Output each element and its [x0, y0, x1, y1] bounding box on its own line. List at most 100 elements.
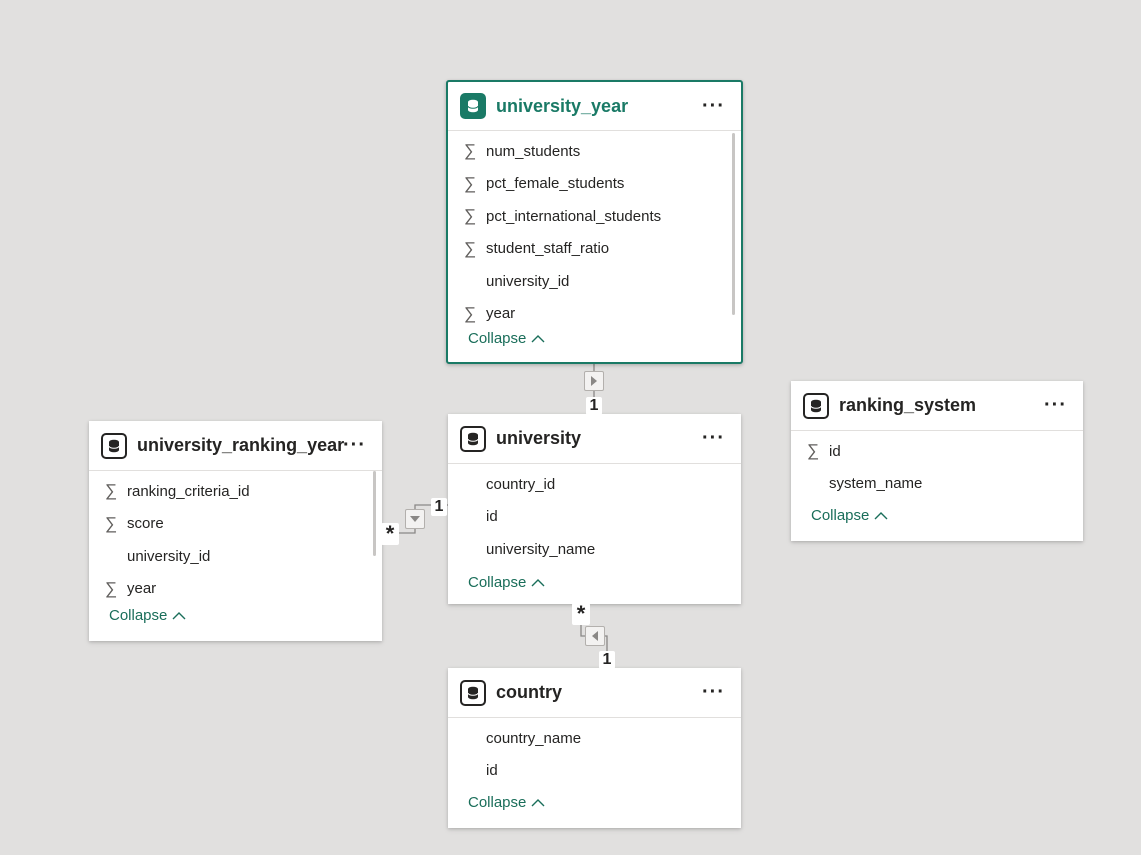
field-row[interactable]: university_name: [448, 533, 741, 566]
sigma-icon: ∑: [807, 441, 820, 461]
field-name: university_name: [486, 540, 596, 558]
field-row[interactable]: ∑ id: [791, 435, 1083, 468]
field-name: year: [127, 580, 157, 598]
more-options-icon[interactable]: ···: [702, 414, 725, 463]
collapse-label: Collapse: [811, 507, 870, 524]
sigma-icon: ∑: [105, 578, 118, 598]
scrollbar[interactable]: [373, 471, 376, 556]
database-icon: [101, 432, 127, 459]
field-row[interactable]: ∑ ranking_criteria_id: [89, 475, 382, 508]
field-name: ranking_criteria_id: [127, 482, 250, 500]
table-card-university[interactable]: university ··· country_id id university_…: [448, 414, 741, 604]
chevron-up-icon: [531, 799, 545, 807]
field-name: num_students: [486, 142, 581, 160]
table-title: ranking_system: [839, 395, 977, 415]
collapse-label: Collapse: [468, 794, 527, 811]
field-name: score: [127, 515, 164, 533]
database-icon: [460, 425, 486, 452]
table-title: university_ranking_year: [137, 435, 345, 455]
field-name: year: [486, 305, 516, 323]
chevron-up-icon: [874, 512, 888, 520]
table-title: university_year: [496, 95, 629, 116]
field-row[interactable]: ∑ pct_female_students: [448, 168, 741, 201]
field-list: country_name id: [448, 718, 741, 787]
cardinality-one-label: 1: [431, 498, 447, 516]
field-list: country_id id university_name: [448, 464, 741, 566]
database-icon: [460, 679, 486, 706]
sigma-icon: ∑: [464, 303, 477, 323]
collapse-button[interactable]: Collapse: [89, 607, 186, 624]
sigma-icon: ∑: [464, 141, 477, 161]
field-name: system_name: [829, 475, 923, 493]
database-icon: [460, 93, 486, 119]
field-name: pct_international_students: [486, 207, 662, 225]
chevron-up-icon: [172, 612, 186, 620]
field-row[interactable]: id: [448, 755, 741, 788]
sigma-icon: ∑: [464, 173, 477, 193]
filter-direction-arrow[interactable]: [585, 626, 605, 646]
field-list: ∑ id system_name: [791, 431, 1083, 500]
collapse-button[interactable]: Collapse: [791, 507, 888, 524]
field-name: pct_female_students: [486, 175, 625, 193]
field-row[interactable]: ∑ year: [89, 573, 382, 606]
field-name: student_staff_ratio: [486, 240, 610, 258]
field-name: id: [829, 442, 841, 460]
collapse-label: Collapse: [468, 330, 527, 347]
sigma-icon: ∑: [464, 206, 477, 226]
collapse-label: Collapse: [468, 573, 527, 591]
field-name: university_id: [127, 547, 211, 565]
more-options-icon[interactable]: ···: [702, 82, 725, 130]
field-name: country_id: [486, 475, 556, 493]
cardinality-many-label: *: [381, 521, 399, 546]
field-list: ∑ num_students ∑ pct_female_students ∑ pct_…: [448, 131, 741, 330]
field-row[interactable]: ∑ num_students: [448, 135, 741, 168]
cardinality-one-label: 1: [586, 397, 602, 415]
more-options-icon[interactable]: ···: [702, 668, 725, 717]
field-row[interactable]: university_id: [89, 540, 382, 573]
filter-direction-arrow[interactable]: [584, 371, 604, 391]
table-card-header[interactable]: university ···: [448, 414, 741, 464]
field-row[interactable]: country_id: [448, 468, 741, 501]
table-card-header[interactable]: university_year ···: [448, 82, 741, 131]
field-row[interactable]: ∑ score: [89, 508, 382, 541]
table-card-university-year[interactable]: university_year ··· ∑ num_students ∑ pct_f…: [446, 80, 743, 364]
cardinality-many-label: *: [572, 601, 590, 626]
chevron-up-icon: [531, 578, 545, 586]
table-title: university: [496, 428, 582, 448]
more-options-icon[interactable]: ···: [1044, 381, 1067, 430]
collapse-button[interactable]: Collapse: [448, 574, 545, 591]
table-card-university-ranking-year[interactable]: university_ranking_year ··· ∑ ranking_cri…: [89, 421, 382, 641]
scrollbar[interactable]: [732, 133, 735, 315]
field-row[interactable]: university_id: [448, 265, 741, 298]
field-name: id: [486, 508, 498, 526]
triangle-arrow-icon: [592, 631, 598, 641]
collapse-button[interactable]: Collapse: [448, 794, 545, 811]
sigma-icon: ∑: [105, 481, 118, 501]
collapse-button[interactable]: Collapse: [448, 330, 545, 347]
chevron-up-icon: [531, 335, 545, 343]
field-row[interactable]: ∑ year: [448, 298, 741, 331]
more-options-icon[interactable]: ···: [343, 421, 366, 470]
cardinality-one-label: 1: [599, 651, 615, 669]
table-card-header[interactable]: country ···: [448, 668, 741, 718]
table-card-country[interactable]: country ··· country_name id Collapse: [448, 668, 741, 828]
table-card-ranking-system[interactable]: ranking_system ··· ∑ id system_name Colla…: [791, 381, 1083, 541]
filter-direction-arrow[interactable]: [405, 509, 425, 529]
field-name: country_name: [486, 729, 582, 747]
sigma-icon: ∑: [105, 513, 118, 533]
field-name: university_id: [486, 272, 570, 290]
table-card-header[interactable]: university_ranking_year ···: [89, 421, 382, 471]
table-title: country: [496, 682, 563, 702]
field-row[interactable]: ∑ student_staff_ratio: [448, 233, 741, 266]
database-icon: [803, 392, 829, 419]
sigma-icon: ∑: [464, 238, 477, 258]
field-row[interactable]: id: [448, 501, 741, 534]
triangle-arrow-icon: [410, 516, 420, 522]
table-card-header[interactable]: ranking_system ···: [791, 381, 1083, 431]
field-row[interactable]: system_name: [791, 468, 1083, 501]
collapse-label: Collapse: [109, 607, 168, 624]
field-list: ∑ ranking_criteria_id ∑ score university_i…: [89, 471, 382, 605]
model-canvas[interactable]: university_year ··· ∑ num_students ∑ pct_f…: [0, 0, 1141, 855]
field-row[interactable]: ∑ pct_international_students: [448, 200, 741, 233]
field-row[interactable]: country_name: [448, 722, 741, 755]
